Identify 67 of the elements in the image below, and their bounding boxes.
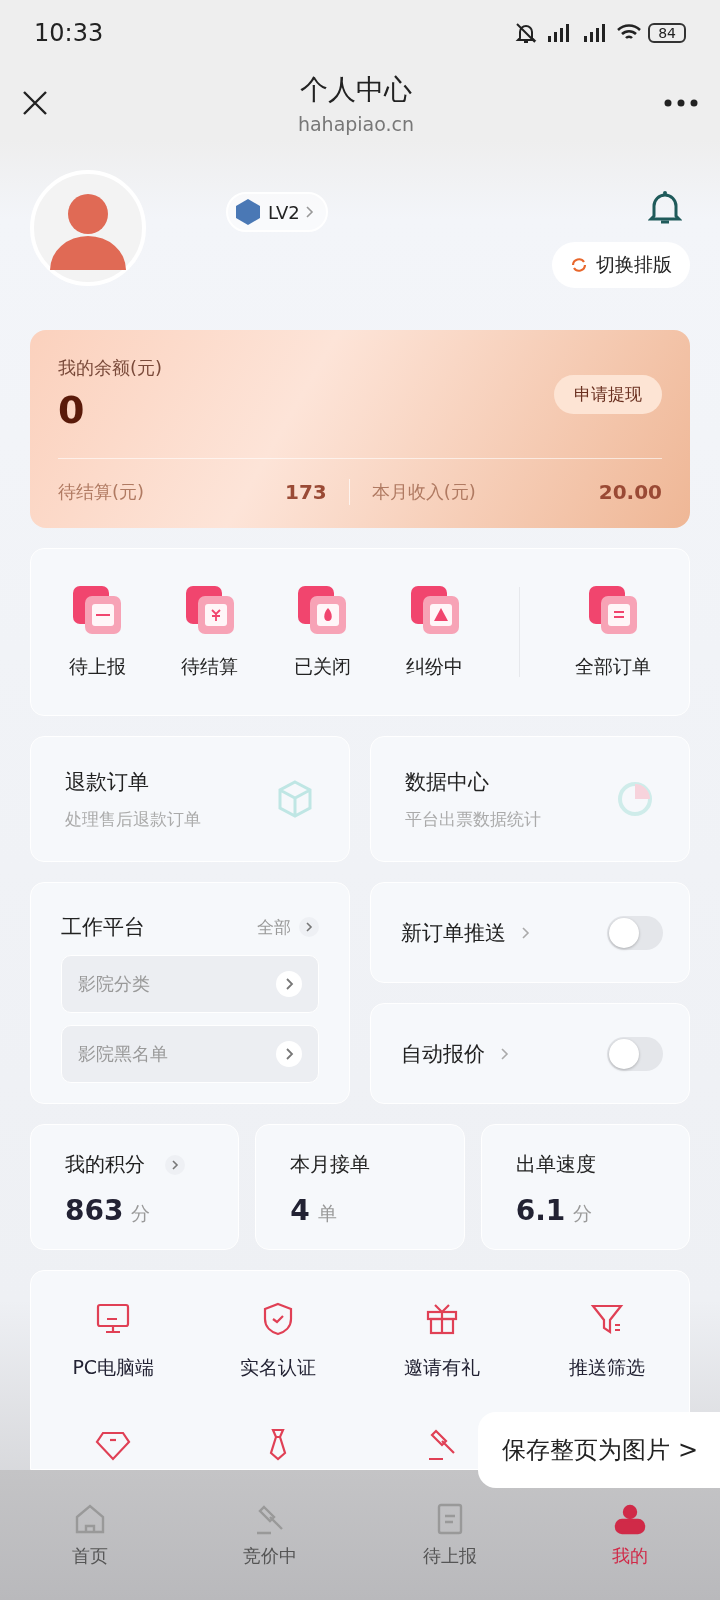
feature-subtitle: 平台出票数据统计 xyxy=(405,807,541,831)
order-status-item[interactable]: 全部订单 xyxy=(575,584,652,680)
pending-label: 待结算(元) xyxy=(58,480,146,504)
stat-unit: 单 xyxy=(317,1201,337,1226)
tool-item[interactable]: 推送筛选 xyxy=(568,1301,645,1381)
stat-label: 我的积分 xyxy=(65,1151,145,1178)
document-icon xyxy=(587,584,640,636)
month-income-value: 20.00 xyxy=(598,480,662,504)
feature-title: 退款订单 xyxy=(65,768,150,796)
level-badge[interactable]: LV2 xyxy=(226,192,328,232)
withdraw-button[interactable]: 申请提现 xyxy=(554,374,662,414)
report-icon xyxy=(71,584,124,636)
person-icon xyxy=(613,1502,647,1536)
stat-unit: 分 xyxy=(573,1201,593,1226)
month-income-label: 本月收入(元) xyxy=(371,480,477,504)
level-icon xyxy=(234,198,262,226)
toggle-switch[interactable] xyxy=(607,1036,663,1071)
stat-value: 4 xyxy=(290,1194,310,1227)
home-icon xyxy=(73,1502,107,1536)
toggle-switch[interactable] xyxy=(607,915,663,950)
order-status-item[interactable]: 待上报 xyxy=(68,584,126,680)
stat-value: 6.1 xyxy=(515,1194,566,1227)
switch-label: 新订单推送 xyxy=(401,919,506,947)
bell-icon[interactable] xyxy=(648,190,682,226)
balance-amount: 0 xyxy=(58,388,86,432)
tab-item[interactable]: 首页 xyxy=(30,1502,150,1568)
chevron-icon xyxy=(522,926,530,939)
stat-value: 863 xyxy=(65,1194,124,1227)
order-status-item[interactable]: 纠纷中 xyxy=(406,584,464,680)
chevron-icon xyxy=(276,1041,302,1067)
tab-item[interactable]: 竞价中 xyxy=(210,1502,330,1568)
close-icon[interactable] xyxy=(22,90,48,116)
tool-item[interactable]: 邀请有礼 xyxy=(404,1301,481,1381)
tab-item[interactable]: 待上报 xyxy=(390,1502,510,1568)
chevron-icon xyxy=(299,917,319,937)
feature-title: 数据中心 xyxy=(405,768,490,796)
switch-layout-button[interactable]: 切换排版 xyxy=(552,242,690,288)
yuan-icon xyxy=(183,584,236,636)
more-icon[interactable] xyxy=(664,99,698,107)
save-page-toast[interactable]: 保存整页为图片 > xyxy=(478,1412,720,1488)
chevron-icon xyxy=(276,971,302,997)
warning-icon xyxy=(408,584,461,636)
page-title: 个人中心 xyxy=(300,72,412,108)
balance-label: 我的余额(元) xyxy=(58,356,163,380)
chevron-icon[interactable] xyxy=(165,1154,185,1175)
mute-bell-icon xyxy=(514,21,539,45)
order-status-item[interactable]: 已关闭 xyxy=(293,584,351,680)
feature-card[interactable]: 数据中心 平台出票数据统计 xyxy=(370,736,690,862)
stat-unit: 分 xyxy=(131,1201,151,1226)
chevron-icon xyxy=(501,1047,509,1060)
switch-label: 自动报价 xyxy=(401,1040,485,1068)
pending-value: 173 xyxy=(285,480,327,504)
pie-chart-icon xyxy=(615,779,655,819)
stat-label: 本月接单 xyxy=(290,1151,371,1178)
chevron-icon xyxy=(305,206,314,218)
stat-label: 出单速度 xyxy=(515,1151,596,1178)
site-url: hahapiao.cn xyxy=(297,113,415,135)
flame-icon xyxy=(296,584,349,636)
tool-item[interactable]: 实名认证 xyxy=(239,1301,316,1381)
order-status-item[interactable]: 待结算 xyxy=(181,584,239,680)
refresh-icon xyxy=(570,256,588,274)
battery-indicator: 84 xyxy=(648,23,686,43)
feature-card[interactable]: 退款订单 处理售后退款订单 xyxy=(30,736,350,862)
status-time: 10:33 xyxy=(34,19,104,47)
tool-item[interactable]: PC电脑端 xyxy=(72,1301,155,1381)
feature-subtitle: 处理售后退款订单 xyxy=(65,807,201,831)
work-platform-title: 工作平台 xyxy=(61,914,145,941)
